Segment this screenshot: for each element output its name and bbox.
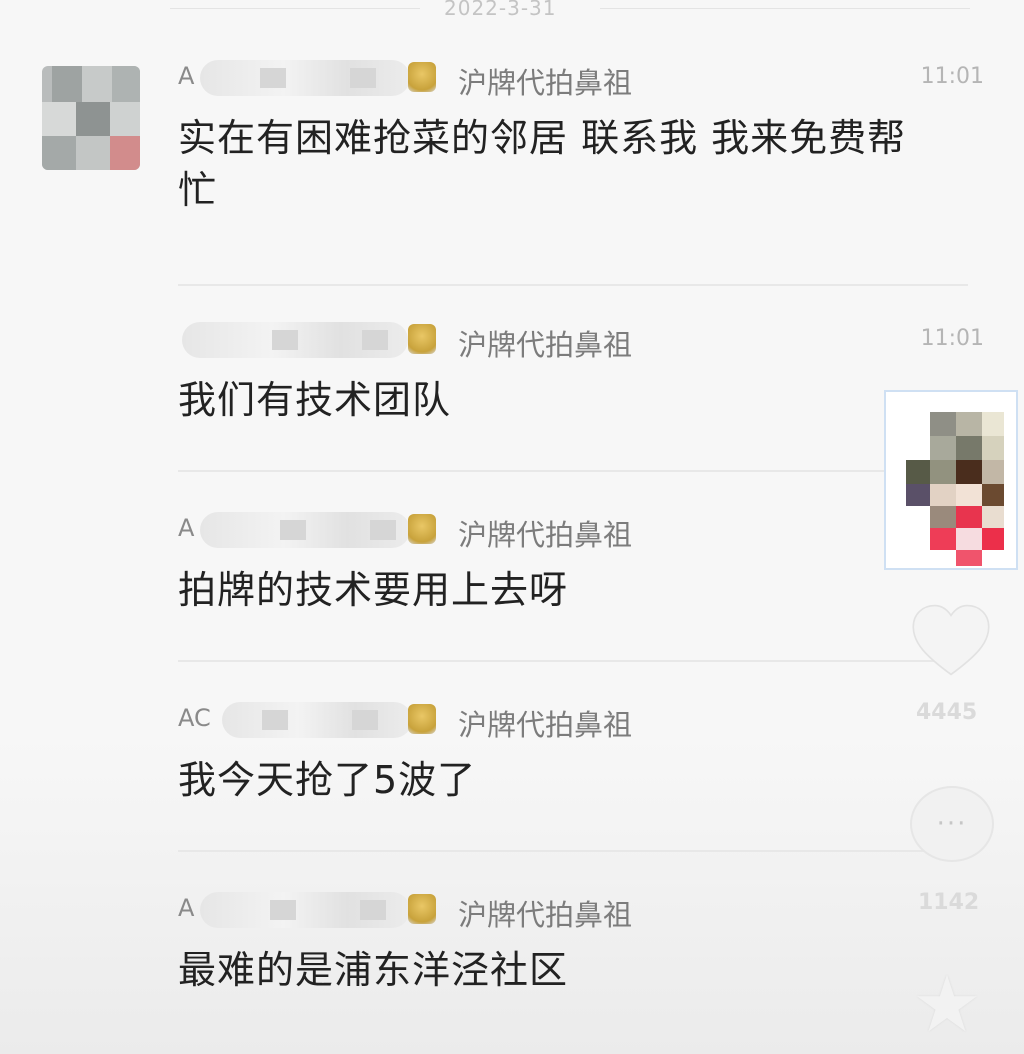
message-item: A 沪牌代拍鼻祖 拍牌的技术要用上去呀: [178, 512, 938, 616]
blurred-name: [200, 892, 410, 928]
member-badge-icon: [408, 62, 436, 92]
member-badge-icon: [408, 324, 436, 354]
sender-name: AC: [178, 704, 211, 732]
star-icon[interactable]: ★: [912, 966, 982, 1044]
message-text: 我今天抢了5波了: [178, 758, 477, 802]
message-text: 拍牌的技术要用上去呀: [178, 568, 569, 612]
avatar[interactable]: [42, 66, 140, 170]
date-line-left: [170, 8, 420, 9]
message-text: 实在有困难抢菜的邻居 联系我 我来免费帮忙: [178, 116, 907, 212]
group-name: 沪牌代拍鼻祖: [458, 66, 633, 100]
message-text: 我们有技术团队: [178, 378, 452, 422]
message-item: A 沪牌代拍鼻祖 最难的是浦东洋泾社区: [178, 892, 938, 996]
divider: [178, 850, 968, 852]
comment-icon[interactable]: ···: [910, 786, 994, 862]
date-label: 2022-3-31: [444, 0, 557, 20]
blurred-name: [222, 702, 412, 738]
date-line-right: [600, 8, 970, 9]
sender-name: A: [178, 62, 195, 90]
message-header: A 沪牌代拍鼻祖 11:01: [178, 60, 984, 100]
comment-dots: ···: [936, 809, 968, 839]
heart-icon[interactable]: [910, 600, 992, 680]
creator-avatar[interactable]: [884, 390, 1018, 570]
message-header: AC 沪牌代拍鼻祖: [178, 702, 938, 742]
group-name: 沪牌代拍鼻祖: [458, 708, 633, 742]
message-header: 沪牌代拍鼻祖 11:01: [178, 322, 984, 362]
message-item: 沪牌代拍鼻祖 11:01 我们有技术团队: [178, 322, 984, 426]
member-badge-icon: [408, 704, 436, 734]
message-header: A 沪牌代拍鼻祖: [178, 512, 938, 552]
group-name: 沪牌代拍鼻祖: [458, 328, 633, 362]
blurred-name: [200, 60, 410, 96]
divider: [178, 284, 968, 286]
message-text: 最难的是浦东洋泾社区: [178, 948, 569, 992]
comment-count: 1142: [918, 890, 980, 915]
divider: [178, 470, 968, 472]
group-name: 沪牌代拍鼻祖: [458, 518, 633, 552]
group-name: 沪牌代拍鼻祖: [458, 898, 633, 932]
message-time: 11:01: [920, 64, 984, 89]
message-item: AC 沪牌代拍鼻祖 我今天抢了5波了: [178, 702, 938, 806]
member-badge-icon: [408, 514, 436, 544]
message-item: A 沪牌代拍鼻祖 11:01 实在有困难抢菜的邻居 联系我 我来免费帮忙: [178, 60, 984, 216]
blurred-name: [182, 322, 408, 358]
message-time: 11:01: [920, 326, 984, 351]
like-count: 4445: [916, 700, 978, 725]
divider: [178, 660, 968, 662]
member-badge-icon: [408, 894, 436, 924]
blurred-name: [200, 512, 410, 548]
message-header: A 沪牌代拍鼻祖: [178, 892, 938, 932]
sender-name: A: [178, 894, 195, 922]
sender-name: A: [178, 514, 195, 542]
